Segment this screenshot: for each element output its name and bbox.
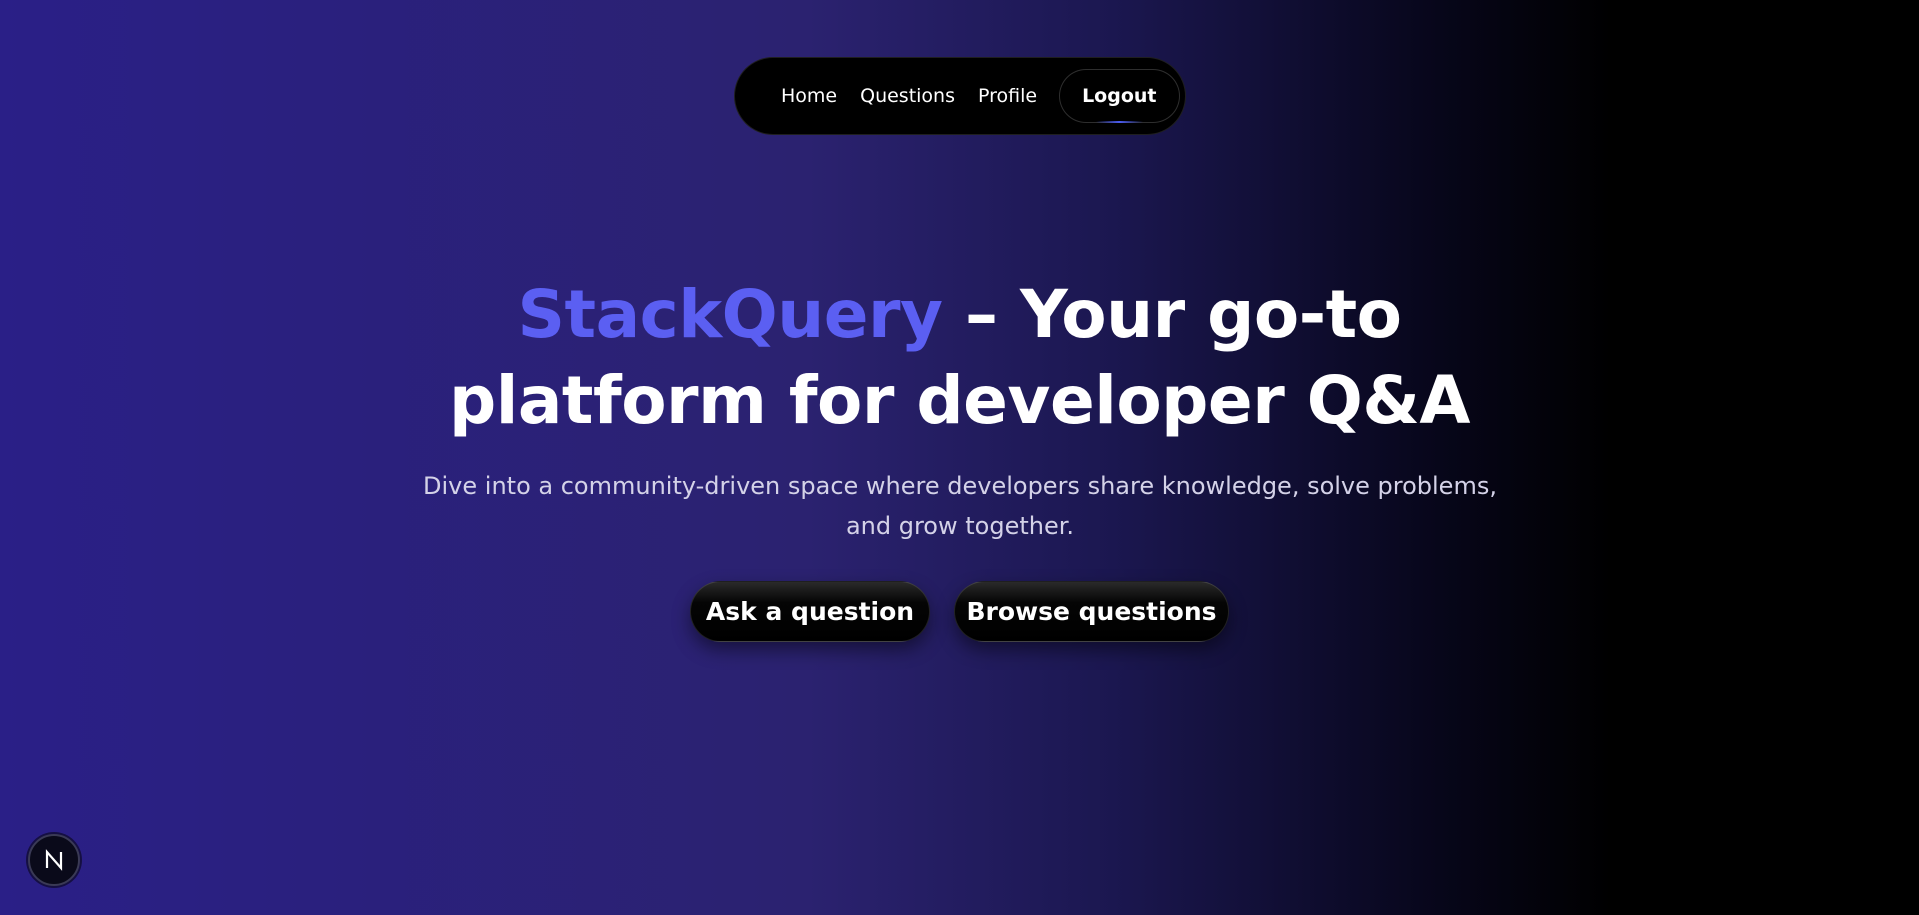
next-dev-badge[interactable] — [28, 834, 80, 886]
page: Home Questions Profile Logout StackQuery… — [0, 0, 1919, 915]
nav-questions-link[interactable]: Questions — [860, 85, 955, 107]
nav-profile-link[interactable]: Profile — [978, 85, 1037, 107]
top-navbar: Home Questions Profile Logout — [734, 57, 1186, 135]
hero-subtitle: Dive into a community-driven space where… — [423, 472, 1497, 540]
cta-buttons: Ask a question Browse questions — [690, 581, 1229, 642]
next-n-icon — [45, 849, 63, 871]
brand-name: StackQuery — [517, 276, 944, 353]
hero-title: StackQuery – Your go-to platform for dev… — [0, 272, 1919, 444]
browse-questions-button[interactable]: Browse questions — [954, 581, 1229, 642]
nav-home-link[interactable]: Home — [781, 85, 837, 107]
hero-title-line2: platform for developer Q&A — [449, 362, 1470, 439]
hero-title-line1-rest: – Your go-to — [942, 276, 1402, 353]
ask-question-button[interactable]: Ask a question — [690, 581, 930, 642]
logout-button[interactable]: Logout — [1059, 69, 1180, 123]
